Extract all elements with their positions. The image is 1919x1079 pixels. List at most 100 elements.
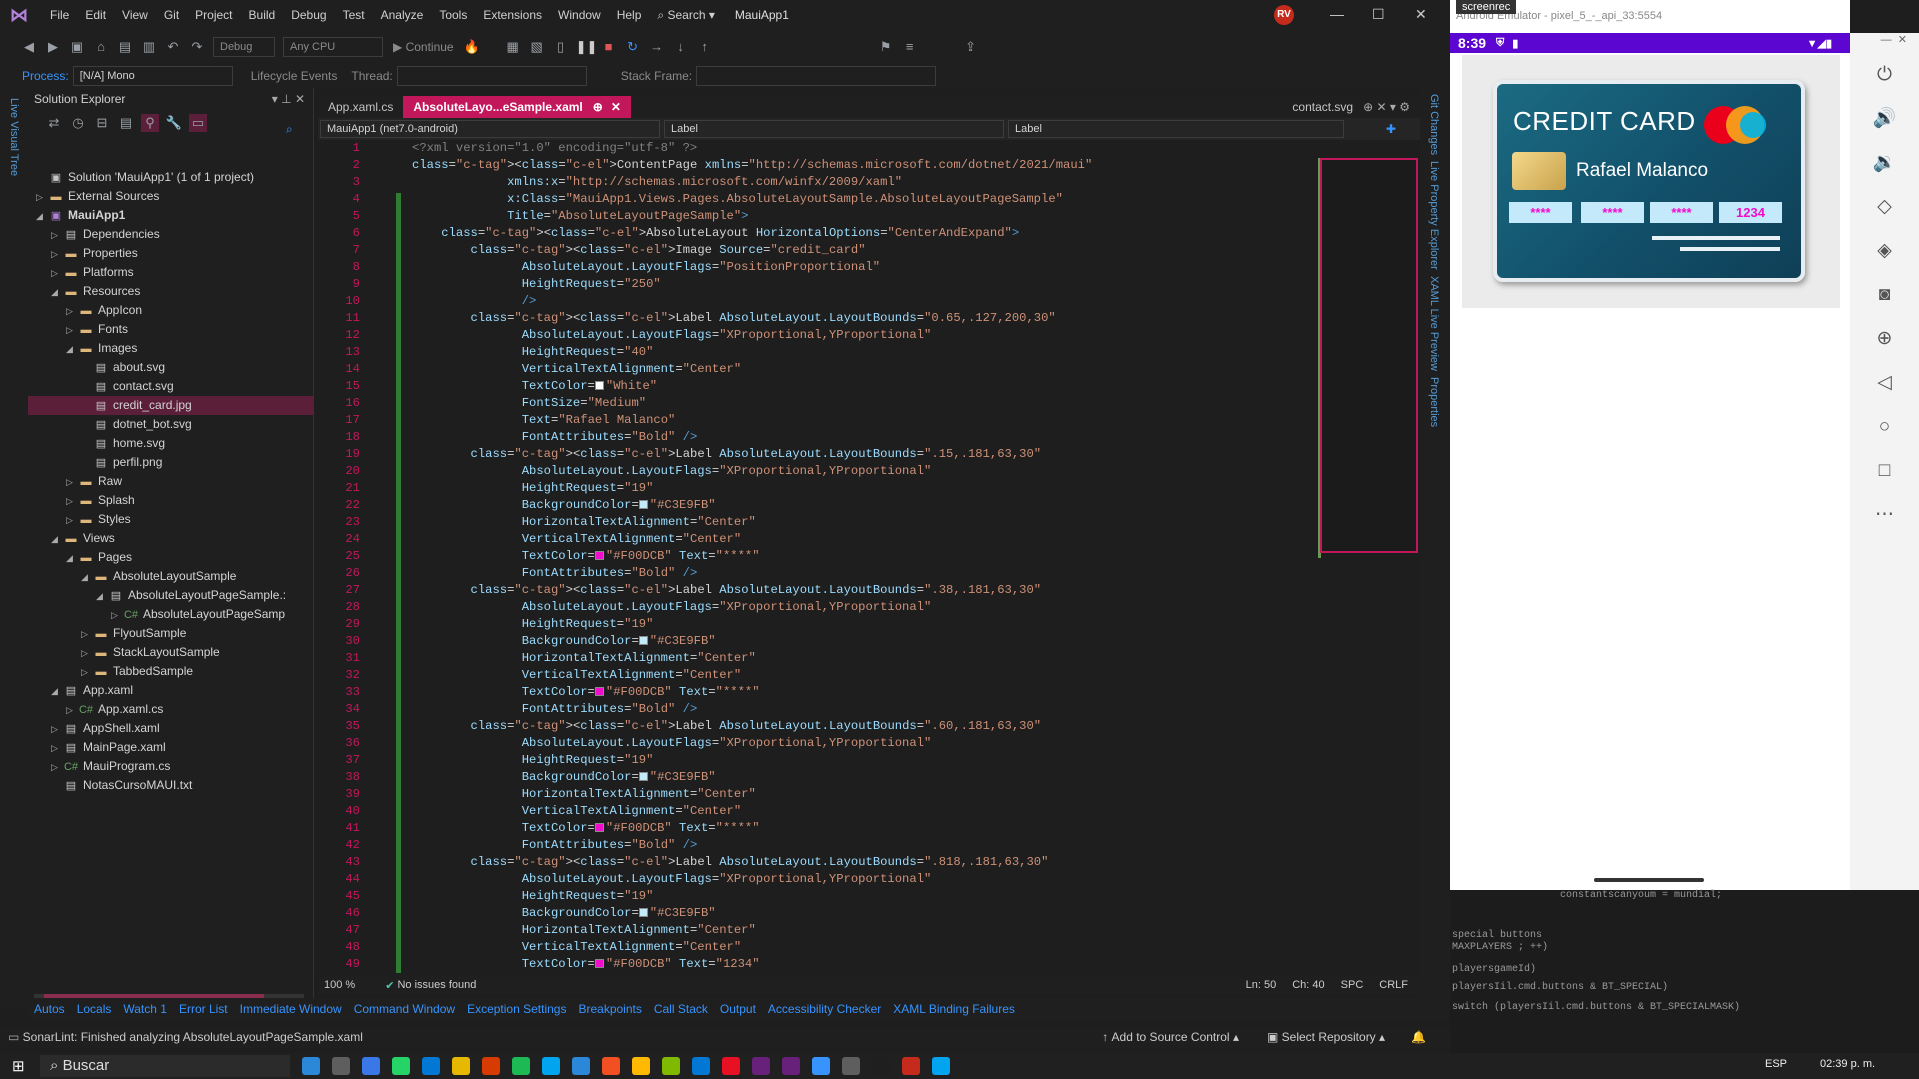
forward-icon[interactable]: ▶	[44, 38, 62, 56]
tree-item[interactable]: ▷ C# App.xaml.cs	[28, 700, 314, 719]
menu-item-debug[interactable]: Debug	[283, 8, 334, 22]
save-all-icon[interactable]: ▥	[140, 38, 158, 56]
code-line[interactable]: 12 AbsoluteLayout.LayoutFlags="XProporti…	[318, 327, 1318, 344]
line-endings[interactable]: CRLF	[1379, 979, 1408, 991]
tree-item[interactable]: ▷ ▬ Properties	[28, 244, 314, 263]
menu-item-build[interactable]: Build	[241, 8, 284, 22]
code-line[interactable]: 31 HorizontalTextAlignment="Center"	[318, 650, 1318, 667]
tree-item[interactable]: ◢ ▬ Resources	[28, 282, 314, 301]
tool-tab-autos[interactable]: Autos	[28, 998, 71, 1020]
menu-item-help[interactable]: Help	[609, 8, 650, 22]
rotate-left-icon[interactable]: ◇	[1850, 185, 1919, 229]
tree-item[interactable]: ▷ ▤ MainPage.xaml	[28, 738, 314, 757]
tree-item[interactable]: ▷ C# MauiProgram.cs	[28, 757, 314, 776]
taskbar-app-icon[interactable]	[782, 1057, 800, 1075]
share-icon[interactable]: ⇪	[962, 38, 980, 56]
collapsed-arrow-icon[interactable]: ▷	[81, 625, 93, 644]
filter-icon[interactable]: ⚲	[141, 114, 159, 132]
restart-icon[interactable]: ↻	[624, 38, 642, 56]
step-out-icon[interactable]: ↑	[696, 38, 714, 56]
home-gesture-bar[interactable]	[1594, 878, 1704, 882]
collapsed-arrow-icon[interactable]: ▷	[66, 492, 78, 511]
tool-tab-xaml-binding-failures[interactable]: XAML Binding Failures	[887, 998, 1021, 1020]
code-line[interactable]: 18 FontAttributes="Bold" />	[318, 429, 1318, 446]
code-line[interactable]: 5 Title="AbsoluteLayoutPageSample">	[318, 208, 1318, 225]
back-icon[interactable]: ◀	[20, 38, 38, 56]
tree-item[interactable]: ▷ ▬ Raw	[28, 472, 314, 491]
collapsed-arrow-icon[interactable]: ▷	[66, 302, 78, 321]
code-line[interactable]: 32 VerticalTextAlignment="Center"	[318, 667, 1318, 684]
volume-up-icon[interactable]: 🔊	[1850, 97, 1919, 141]
code-line[interactable]: 6 class="c-tag"><class="c-el">AbsoluteLa…	[318, 225, 1318, 242]
notifications-icon[interactable]: 🔔	[1411, 1030, 1426, 1044]
panel-options-icon[interactable]: ▾ ⊥ ✕	[272, 88, 305, 110]
taskbar-app-icon[interactable]	[872, 1057, 890, 1075]
code-line[interactable]: 10 />	[318, 293, 1318, 310]
search-box[interactable]: ⌕ Search ▾	[657, 8, 714, 23]
menu-item-edit[interactable]: Edit	[77, 8, 114, 22]
taskbar-app-icon[interactable]	[902, 1057, 920, 1075]
expanded-arrow-icon[interactable]: ◢	[51, 530, 63, 549]
tree-item[interactable]: ▷ ▬ StackLayoutSample	[28, 643, 314, 662]
zoom-icon[interactable]: ⊕	[1850, 317, 1919, 361]
tree-item[interactable]: ◢ ▤ AbsoluteLayoutPageSample.:	[28, 586, 314, 605]
line-number[interactable]: Ln: 50	[1246, 979, 1277, 991]
tree-item[interactable]: ▷ ▬ Platforms	[28, 263, 314, 282]
code-line[interactable]: 46 BackgroundColor= "#C3E9FB"	[318, 905, 1318, 922]
continue-button[interactable]: ▶ Continue	[393, 40, 454, 54]
tree-item[interactable]: ▤ about.svg	[28, 358, 314, 377]
taskbar-app-icon[interactable]	[452, 1057, 470, 1075]
tree-item[interactable]: ◢ ▬ Images	[28, 339, 314, 358]
code-line[interactable]: 26 FontAttributes="Bold" />	[318, 565, 1318, 582]
tree-item[interactable]: ▷ C# AbsoluteLayoutPageSamp	[28, 605, 314, 624]
code-line[interactable]: 11 class="c-tag"><class="c-el">Label Abs…	[318, 310, 1318, 327]
collapsed-arrow-icon[interactable]: ▷	[36, 188, 48, 207]
code-line[interactable]: 42 FontAttributes="Bold" />	[318, 837, 1318, 854]
device-icon[interactable]: ▯	[552, 38, 570, 56]
taskbar-app-icon[interactable]	[422, 1057, 440, 1075]
power-icon[interactable]: ⏻	[1850, 53, 1919, 97]
collapsed-arrow-icon[interactable]: ▷	[66, 511, 78, 530]
tree-item[interactable]: ◢ ▣ MauiApp1	[28, 206, 314, 225]
zoom-level[interactable]: 100 %	[324, 979, 355, 991]
screenshot-icon[interactable]: ▦	[504, 38, 522, 56]
emulator-window-controls[interactable]: — ✕	[1850, 33, 1919, 53]
minimap[interactable]	[1318, 140, 1418, 972]
rotate-right-icon[interactable]: ◈	[1850, 229, 1919, 273]
collapsed-arrow-icon[interactable]: ▷	[51, 720, 63, 739]
layout-icon[interactable]: ▧	[528, 38, 546, 56]
tool-tab-xaml-live-preview[interactable]: XAML Live Preview	[1428, 276, 1440, 371]
tree-item[interactable]: ▤ credit_card.jpg	[28, 396, 314, 415]
code-line[interactable]: 39 HorizontalTextAlignment="Center"	[318, 786, 1318, 803]
tab-options-icon[interactable]: ⊕ ✕ ▾ ⚙	[1363, 100, 1410, 114]
code-line[interactable]: 21 HeightRequest="19"	[318, 480, 1318, 497]
tool-tab-locals[interactable]: Locals	[71, 998, 118, 1020]
platform-select[interactable]: Any CPU	[283, 37, 383, 57]
code-line[interactable]: 44 AbsoluteLayout.LayoutFlags="XProporti…	[318, 871, 1318, 888]
expanded-arrow-icon[interactable]: ◢	[51, 283, 63, 302]
code-line[interactable]: 1 <?xml version="1.0" encoding="utf-8" ?>	[318, 140, 1318, 157]
member-dropdown[interactable]: Label	[1008, 120, 1344, 138]
menu-item-file[interactable]: File	[42, 8, 77, 22]
expanded-arrow-icon[interactable]: ◢	[81, 568, 93, 587]
stack-frame-select[interactable]	[696, 66, 937, 86]
taskbar-app-icon[interactable]	[752, 1057, 770, 1075]
tool-tab-breakpoints[interactable]: Breakpoints	[572, 998, 647, 1020]
code-line[interactable]: 24 VerticalTextAlignment="Center"	[318, 531, 1318, 548]
code-line[interactable]: 30 BackgroundColor= "#C3E9FB"	[318, 633, 1318, 650]
code-line[interactable]: 7 class="c-tag"><class="c-el">Image Sour…	[318, 242, 1318, 259]
tree-item[interactable]: ◢ ▬ Pages	[28, 548, 314, 567]
collapsed-arrow-icon[interactable]: ▷	[51, 739, 63, 758]
tool-tab-git-changes[interactable]: Git Changes	[1428, 94, 1440, 155]
step-into-icon[interactable]: ↓	[672, 38, 690, 56]
code-line[interactable]: 48 VerticalTextAlignment="Center"	[318, 939, 1318, 956]
open-icon[interactable]: ⌂	[92, 38, 110, 56]
code-line[interactable]: 29 HeightRequest="19"	[318, 616, 1318, 633]
tree-item[interactable]: ▷ ▬ External Sources	[28, 187, 314, 206]
undo-icon[interactable]: ↶	[164, 38, 182, 56]
tool-tab-output[interactable]: Output	[714, 998, 762, 1020]
menu-item-git[interactable]: Git	[156, 8, 187, 22]
code-line[interactable]: 40 VerticalTextAlignment="Center"	[318, 803, 1318, 820]
taskbar-app-icon[interactable]	[692, 1057, 710, 1075]
tree-item[interactable]: ▣ Solution 'MauiApp1' (1 of 1 project)	[28, 168, 314, 187]
